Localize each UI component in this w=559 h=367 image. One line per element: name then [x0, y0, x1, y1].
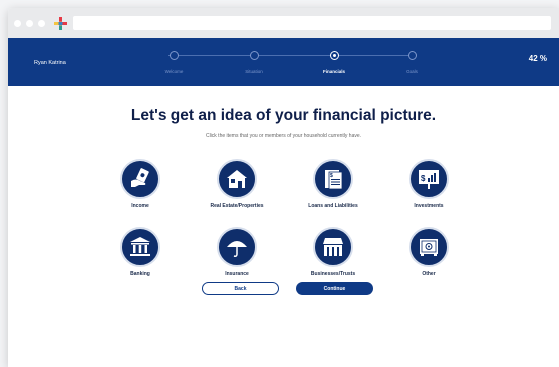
window-control-dot[interactable] [14, 19, 21, 27]
browser-window: Ryan Katrina Welcome Situation Financial… [8, 8, 559, 367]
app-logo-icon [54, 16, 67, 30]
document-icon: $ [313, 159, 353, 199]
item-label: Income [131, 203, 149, 209]
step-situation[interactable]: Situation [224, 51, 284, 74]
progress-stepper: Welcome Situation Financials Goals [165, 48, 418, 78]
storefront-icon [313, 227, 353, 267]
item-insurance[interactable]: Insurance [192, 227, 282, 277]
bank-icon [120, 227, 160, 267]
top-bar: Ryan Katrina Welcome Situation Financial… [8, 38, 559, 86]
svg-text:$: $ [330, 173, 333, 179]
window-control-dot[interactable] [26, 19, 33, 27]
step-label: Financials [322, 69, 345, 74]
item-label: Businesses/Trusts [310, 271, 356, 277]
step-circle-active [329, 51, 339, 60]
chart-board-icon: $ [409, 159, 449, 199]
step-label: Goals [406, 69, 418, 74]
progress-percent: 42 % [528, 54, 547, 63]
address-bar[interactable] [73, 16, 551, 30]
item-other[interactable]: Other [384, 227, 474, 277]
item-label: Real Estate/Properties [210, 203, 264, 209]
item-income[interactable]: Income [95, 159, 185, 209]
step-financials[interactable]: Financials [304, 51, 364, 74]
step-circle [249, 51, 259, 60]
house-icon [217, 159, 257, 199]
item-banking[interactable]: Banking [95, 227, 185, 277]
item-investments[interactable]: $ Investments [384, 159, 474, 209]
window-control-dot[interactable] [38, 19, 45, 27]
user-name: Ryan Katrina [34, 60, 66, 66]
item-real-estate[interactable]: Real Estate/Properties [192, 159, 282, 209]
umbrella-icon [217, 227, 257, 267]
step-welcome[interactable]: Welcome [144, 51, 204, 74]
page-subtitle: Click the items that you or members of y… [205, 133, 362, 139]
item-label: Other [422, 271, 436, 277]
item-label: Banking [130, 271, 150, 277]
svg-text:$: $ [421, 174, 426, 183]
item-label: Investments [414, 203, 444, 209]
item-businesses[interactable]: Businesses/Trusts [288, 227, 378, 277]
step-label: Welcome [164, 69, 184, 74]
back-button[interactable]: Back [202, 282, 279, 295]
continue-button[interactable]: Continue [296, 282, 373, 295]
browser-chrome [8, 8, 559, 38]
step-circle [407, 51, 417, 60]
stepper-line [168, 55, 414, 56]
step-label: Situation [245, 69, 263, 74]
hand-money-icon [120, 159, 160, 199]
safe-icon [409, 227, 449, 267]
page-title: Let's get an idea of your financial pict… [130, 107, 437, 124]
item-loans[interactable]: $ Loans and Liabilities [288, 159, 378, 209]
step-goals[interactable]: Goals [382, 51, 442, 74]
main-content: Let's get an idea of your financial pict… [8, 86, 559, 367]
item-label: Loans and Liabilities [308, 203, 358, 209]
step-circle [169, 51, 179, 60]
item-label: Insurance [225, 271, 249, 277]
